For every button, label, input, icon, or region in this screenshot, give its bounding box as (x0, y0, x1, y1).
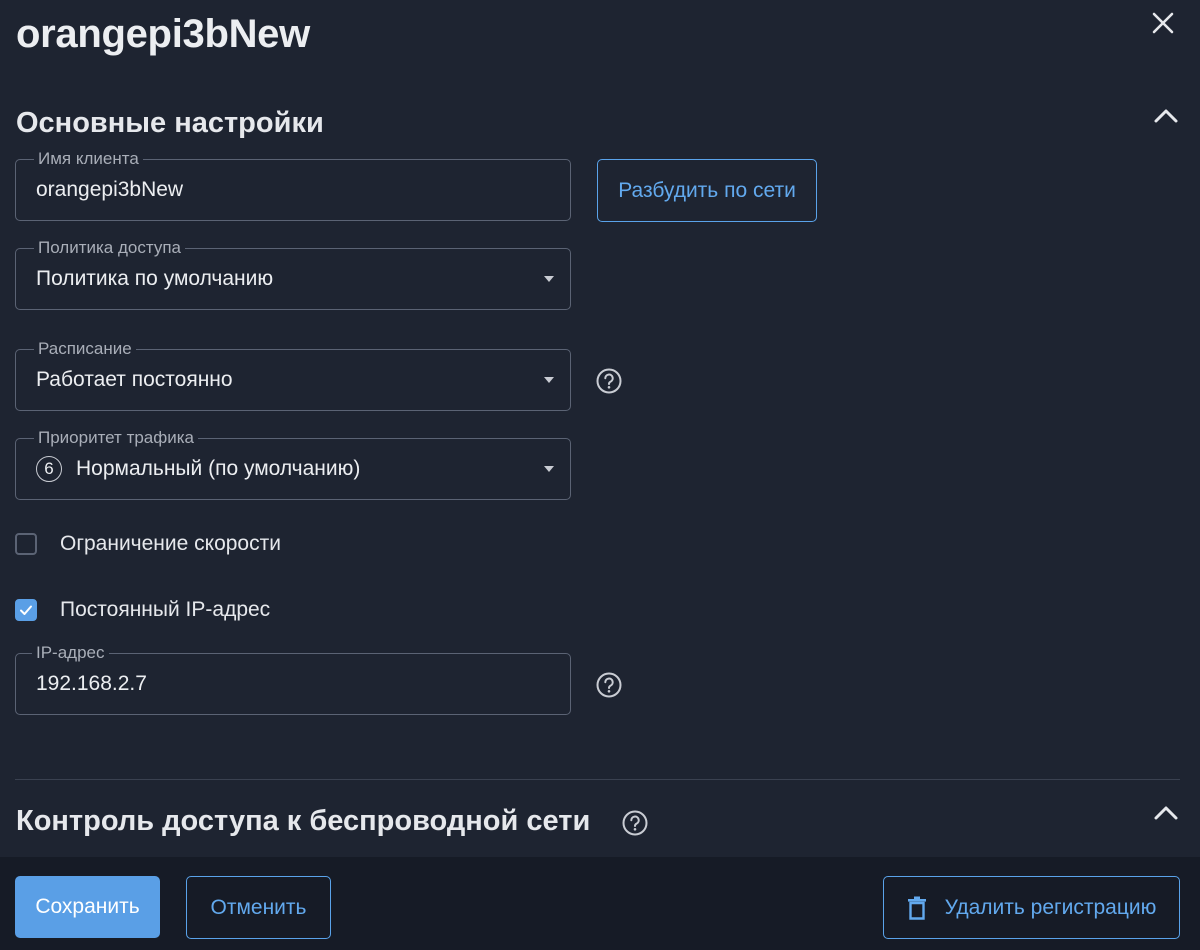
access-policy-value: Политика по умолчанию (36, 267, 274, 290)
client-name-field[interactable]: Имя клиента orangepi3bNew (15, 148, 571, 221)
traffic-priority-value-wrap: 6 Нормальный (по умолчанию) (36, 439, 360, 499)
speed-limit-checkbox[interactable] (15, 533, 37, 555)
trash-icon (907, 896, 926, 920)
section-title-wireless-access: Контроль доступа к беспроводной сети (16, 805, 591, 837)
close-icon[interactable] (1148, 8, 1178, 38)
dropdown-caret-icon (544, 466, 554, 472)
client-settings-page: orangepi3bNew Основные настройки Имя кли… (0, 0, 1200, 950)
traffic-priority-value: Нормальный (по умолчанию) (76, 457, 361, 480)
save-button[interactable]: Сохранить (15, 876, 160, 938)
schedule-select[interactable]: Расписание Работает постоянно (15, 338, 571, 411)
wake-on-lan-button[interactable]: Разбудить по сети (597, 159, 817, 222)
dropdown-caret-icon (544, 377, 554, 383)
help-icon[interactable] (596, 672, 622, 698)
speed-limit-checkbox-row[interactable]: Ограничение скорости (15, 529, 281, 559)
help-icon[interactable] (596, 368, 622, 394)
client-name-value[interactable]: orangepi3bNew (36, 160, 183, 220)
dropdown-caret-icon (544, 276, 554, 282)
delete-registration-label: Удалить регистрацию (944, 895, 1157, 919)
chevron-up-icon[interactable] (1150, 800, 1182, 824)
access-policy-select[interactable]: Политика доступа Политика по умолчанию (15, 237, 571, 310)
section-title-basic-settings: Основные настройки (16, 107, 324, 139)
page-title: orangepi3bNew (16, 12, 310, 56)
chevron-up-icon[interactable] (1150, 103, 1182, 127)
static-ip-checkbox[interactable] (15, 599, 37, 621)
static-ip-checkbox-row[interactable]: Постоянный IP-адрес (15, 595, 270, 625)
ip-address-field[interactable]: IP-адрес 192.168.2.7 (15, 642, 571, 715)
ip-address-value[interactable]: 192.168.2.7 (36, 654, 147, 714)
cancel-button[interactable]: Отменить (186, 876, 331, 939)
section-divider (15, 779, 1180, 780)
speed-limit-label: Ограничение скорости (60, 532, 281, 555)
delete-registration-button[interactable]: Удалить регистрацию (883, 876, 1180, 939)
schedule-value: Работает постоянно (36, 368, 233, 391)
traffic-priority-select[interactable]: Приоритет трафика 6 Нормальный (по умолч… (15, 427, 571, 500)
checkmark-icon (20, 605, 32, 615)
help-icon[interactable] (622, 810, 648, 836)
static-ip-label: Постоянный IP-адрес (60, 598, 271, 621)
priority-level-icon: 6 (36, 456, 62, 482)
